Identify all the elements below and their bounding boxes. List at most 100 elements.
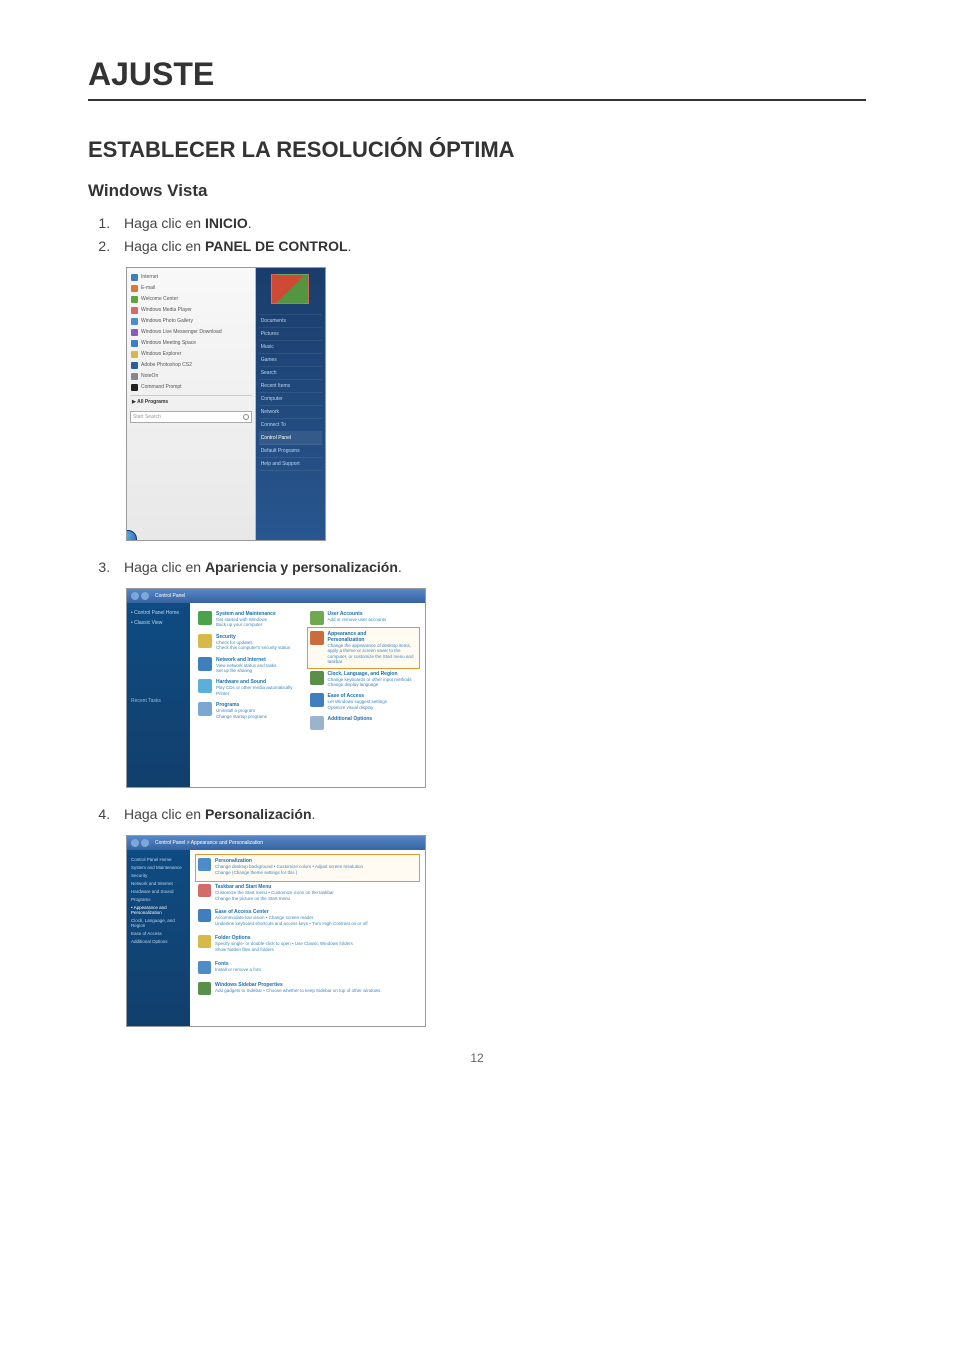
step-text: Haga clic en — [124, 559, 205, 575]
start-menu-right-item[interactable]: Search — [259, 367, 322, 380]
category-item[interactable]: Clock, Language, and Region Change keybo… — [308, 668, 420, 691]
category-item[interactable]: User Accounts Add or remove user account… — [308, 608, 420, 628]
category-icon — [310, 631, 324, 645]
category-item[interactable]: Programs Uninstall a programChange start… — [196, 699, 308, 722]
category-item[interactable]: Hardware and Sound Play CDs or other med… — [196, 676, 308, 699]
category-item[interactable]: Security Check for updatesCheck this com… — [196, 631, 308, 654]
category-subtext: Add or remove user accounts — [328, 617, 387, 622]
start-menu-right-item[interactable]: Default Programs — [259, 445, 322, 458]
sidebar-item[interactable]: Programs — [131, 895, 186, 903]
sidebar-item[interactable]: Clock, Language, and Region — [131, 916, 186, 929]
category-subtext: Let Windows suggest settingsOptimize vis… — [328, 699, 388, 710]
screenshot-appearance-panel: Control Panel > Appearance and Personali… — [126, 835, 426, 1027]
category-item[interactable]: Ease of Access Let Windows suggest setti… — [308, 690, 420, 713]
start-menu-item-label: Windows Photo Gallery — [141, 319, 193, 325]
steps-list: Haga clic en Apariencia y personalizació… — [114, 557, 866, 578]
search-input[interactable]: Start Search — [130, 411, 252, 423]
start-menu-right-item[interactable]: Pictures — [259, 328, 322, 341]
start-menu-item-label: Windows Media Player — [141, 308, 192, 314]
start-menu-item[interactable]: Adobe Photoshop CS2 — [130, 360, 252, 371]
start-menu-right-item[interactable]: Recent Items — [259, 380, 322, 393]
back-button-icon[interactable] — [131, 592, 139, 600]
sidebar-item[interactable]: • Control Panel Home — [131, 608, 186, 618]
category-subtext: Get started with WindowsBack up your com… — [216, 617, 276, 628]
step-text: . — [312, 806, 316, 822]
category-subtext: Uninstall a programChange startup progra… — [216, 708, 267, 719]
start-menu-right-item[interactable]: Help and Support — [259, 458, 322, 471]
sidebar-item[interactable]: Security — [131, 871, 186, 879]
start-menu-right-item[interactable]: Games — [259, 354, 322, 367]
category-item[interactable]: Network and Internet View network status… — [196, 654, 308, 677]
step-2: Haga clic en PANEL DE CONTROL. — [114, 236, 866, 257]
breadcrumb[interactable]: Control Panel — [155, 593, 185, 599]
forward-button-icon[interactable] — [141, 839, 149, 847]
back-button-icon[interactable] — [131, 839, 139, 847]
search-placeholder: Start Search — [133, 414, 161, 420]
appearance-section[interactable]: Personalization Change desktop backgroun… — [196, 855, 419, 881]
sidebar-item[interactable]: Additional Options — [131, 937, 186, 945]
section-icon — [198, 935, 211, 948]
start-menu-item[interactable]: NoteOn — [130, 371, 252, 382]
start-menu-item[interactable]: Windows Photo Gallery — [130, 316, 252, 327]
appearance-section[interactable]: Fonts Install or remove a font — [196, 958, 419, 979]
breadcrumb[interactable]: Control Panel > Appearance and Personali… — [155, 840, 263, 846]
app-icon — [131, 384, 138, 391]
start-menu-item-label: E-mail — [141, 286, 155, 292]
app-icon — [131, 373, 138, 380]
all-programs[interactable]: ▶ All Programs — [130, 395, 252, 408]
appearance-sidebar: Control Panel HomeSystem and Maintenance… — [127, 850, 190, 1026]
start-menu-right-item[interactable] — [259, 308, 322, 315]
start-menu-item[interactable]: Welcome Center — [130, 294, 252, 305]
start-menu-right-item[interactable]: Music — [259, 341, 322, 354]
start-menu-item[interactable]: Internet — [130, 272, 252, 283]
section-icon — [198, 884, 211, 897]
section-subtext: Install or remove a font — [215, 967, 261, 973]
app-icon — [131, 274, 138, 281]
start-menu-item[interactable]: Windows Live Messenger Download — [130, 327, 252, 338]
category-item[interactable]: System and Maintenance Get started with … — [196, 608, 308, 631]
start-menu-right-item[interactable]: Control Panel — [259, 432, 322, 445]
start-menu-right-item[interactable]: Connect To — [259, 419, 322, 432]
appearance-section[interactable]: Taskbar and Start Menu Customize the Sta… — [196, 881, 419, 907]
start-menu-item-label: NoteOn — [141, 374, 158, 380]
start-menu-item-label: Windows Live Messenger Download — [141, 330, 222, 336]
start-menu-item[interactable]: Windows Explorer — [130, 349, 252, 360]
category-item[interactable]: Appearance andPersonalization Change the… — [308, 628, 420, 668]
appearance-section[interactable]: Windows Sidebar Properties Add gadgets t… — [196, 979, 419, 1000]
section-subtext: Add gadgets to Sidebar • Choose whether … — [215, 988, 380, 994]
sidebar-item[interactable]: Hardware and Sound — [131, 887, 186, 895]
section-subtext: Specify single- or double-click to open … — [215, 941, 353, 953]
forward-button-icon[interactable] — [141, 592, 149, 600]
sidebar-item[interactable]: Ease of Access — [131, 929, 186, 937]
appearance-section[interactable]: Folder Options Specify single- or double… — [196, 932, 419, 958]
control-panel-main: System and Maintenance Get started with … — [190, 603, 425, 787]
sidebar-item[interactable]: • Classic View — [131, 618, 186, 628]
app-icon — [131, 329, 138, 336]
sidebar-item[interactable]: System and Maintenance — [131, 863, 186, 871]
sidebar-item[interactable]: Network and Internet — [131, 879, 186, 887]
category-icon — [198, 702, 212, 716]
start-menu-item[interactable]: E-mail — [130, 283, 252, 294]
section-icon — [198, 982, 211, 995]
start-menu-item[interactable]: Windows Media Player — [130, 305, 252, 316]
category-icon — [310, 716, 324, 730]
appearance-section[interactable]: Ease of Access Center Accommodate low vi… — [196, 906, 419, 932]
start-menu-item[interactable]: Windows Meeting Space — [130, 338, 252, 349]
sidebar-item[interactable]: • Appearance and Personalization — [131, 903, 186, 916]
start-menu-item[interactable]: Command Prompt — [130, 382, 252, 393]
step-text: . — [248, 215, 252, 231]
search-icon — [243, 414, 249, 420]
start-menu-right-item[interactable]: Computer — [259, 393, 322, 406]
section-icon — [198, 909, 211, 922]
section-icon — [198, 961, 211, 974]
step-bold: Apariencia y personalización — [205, 559, 398, 575]
start-menu-item-label: Internet — [141, 275, 158, 281]
sidebar-item[interactable]: Control Panel Home — [131, 855, 186, 863]
step-3: Haga clic en Apariencia y personalizació… — [114, 557, 866, 578]
start-menu-right-item[interactable]: Network — [259, 406, 322, 419]
start-menu-right-pane: DocumentsPicturesMusicGamesSearchRecent … — [256, 268, 325, 540]
all-programs-label: All Programs — [137, 399, 168, 405]
app-icon — [131, 351, 138, 358]
category-item[interactable]: Additional Options — [308, 713, 420, 733]
start-menu-right-item[interactable]: Documents — [259, 315, 322, 328]
